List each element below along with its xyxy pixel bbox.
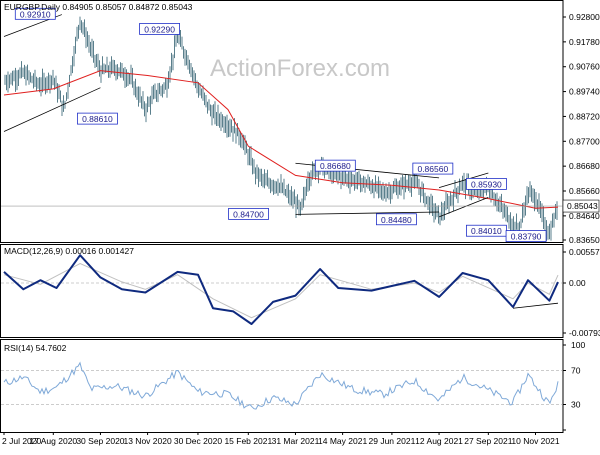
- price-y-tick-label: 0.84640: [569, 211, 600, 221]
- price-y-tick-label: 0.87700: [569, 136, 600, 146]
- price-y-tick-label: 0.86680: [569, 161, 600, 171]
- price-level-text: 0.85930: [471, 179, 502, 189]
- x-tick-label: 17 Aug 2020: [29, 436, 77, 446]
- macd-frame: [1, 245, 564, 338]
- x-tick-label: 15 Feb 2021: [224, 436, 272, 446]
- price-y-tick-label: 0.89740: [569, 87, 600, 97]
- rsi-panel: RSI(14) 54.7602 100 70 30: [1, 340, 586, 433]
- price-level-label: 0.83790: [506, 231, 546, 242]
- price-level-text: 0.92290: [144, 24, 175, 34]
- price-y-tick-label: 0.88720: [569, 111, 600, 121]
- x-tick-label: 31 Mar 2021: [272, 436, 320, 446]
- x-tick-label: 12 Aug 2021: [415, 436, 463, 446]
- x-tick-label: 30 Dec 2020: [174, 436, 222, 446]
- x-tick-label: 10 Nov 2021: [511, 436, 559, 446]
- rsi-title: RSI(14) 54.7602: [4, 343, 67, 353]
- x-tick-label: 27 Sep 2021: [464, 436, 512, 446]
- price-panel: ActionForex.com0.929100.922900.886100.84…: [1, 1, 600, 246]
- x-tick-label: 14 May 2021: [318, 436, 367, 446]
- price-level-text: 0.88610: [82, 114, 113, 124]
- macd-y-tick-label: -0.007931: [569, 328, 600, 338]
- price-level-label: 0.84700: [229, 208, 269, 219]
- price-level-text: 0.86680: [320, 161, 351, 171]
- price-y-tick-label: 0.83650: [569, 235, 600, 245]
- x-tick-label: 29 Jun 2021: [369, 436, 416, 446]
- watermark: ActionForex.com: [210, 55, 390, 82]
- x-axis: 2 Jul 202017 Aug 202030 Sep 202013 Nov 2…: [2, 432, 560, 446]
- price-level-text: 0.84480: [381, 215, 412, 225]
- macd-panel: MACD(12,26,9) 0.00016 0.001427 0.005579 0.…: [1, 245, 600, 339]
- price-level-text: 0.84700: [233, 209, 264, 219]
- price-title: EURGBP,Daily 0.84905 0.85057 0.84872 0.8…: [4, 2, 193, 12]
- price-y-tick-label: 0.92800: [569, 12, 600, 22]
- rsi-y-tick-label: 30: [571, 400, 581, 410]
- price-level-label: 0.85930: [466, 178, 506, 189]
- price-level-label: 0.84480: [376, 214, 416, 225]
- price-level-label: 0.88610: [77, 113, 117, 124]
- price-level-text: 0.83790: [511, 232, 542, 242]
- price-level-label: 0.86680: [315, 160, 355, 171]
- rsi-y-tick-label: 70: [571, 366, 581, 376]
- rsi-y-tick-label: 100: [571, 340, 585, 350]
- price-level-label: 0.84010: [466, 225, 506, 236]
- price-y-tick-label: 0.91780: [569, 37, 600, 47]
- price-level-label: 0.86560: [413, 163, 453, 174]
- macd-y-tick-label: 0.005579: [569, 247, 600, 257]
- price-y-tick-label: 0.85660: [569, 186, 600, 196]
- current-price-label: 0.85043: [567, 201, 598, 211]
- macd-y-tick-label: 0.00: [569, 278, 586, 288]
- price-level-text: 0.84010: [471, 226, 502, 236]
- macd-title: MACD(12,26,9) 0.00016 0.001427: [4, 246, 134, 256]
- price-level-label: 0.92290: [140, 23, 180, 34]
- chart-root: ActionForex.com0.929100.922900.886100.84…: [0, 0, 600, 450]
- x-tick-label: 30 Sep 2020: [76, 436, 124, 446]
- chart-svg: ActionForex.com0.929100.922900.886100.84…: [0, 0, 600, 450]
- price-level-text: 0.86560: [417, 164, 448, 174]
- price-y-tick-label: 0.90760: [569, 62, 600, 72]
- x-tick-label: 13 Nov 2020: [123, 436, 171, 446]
